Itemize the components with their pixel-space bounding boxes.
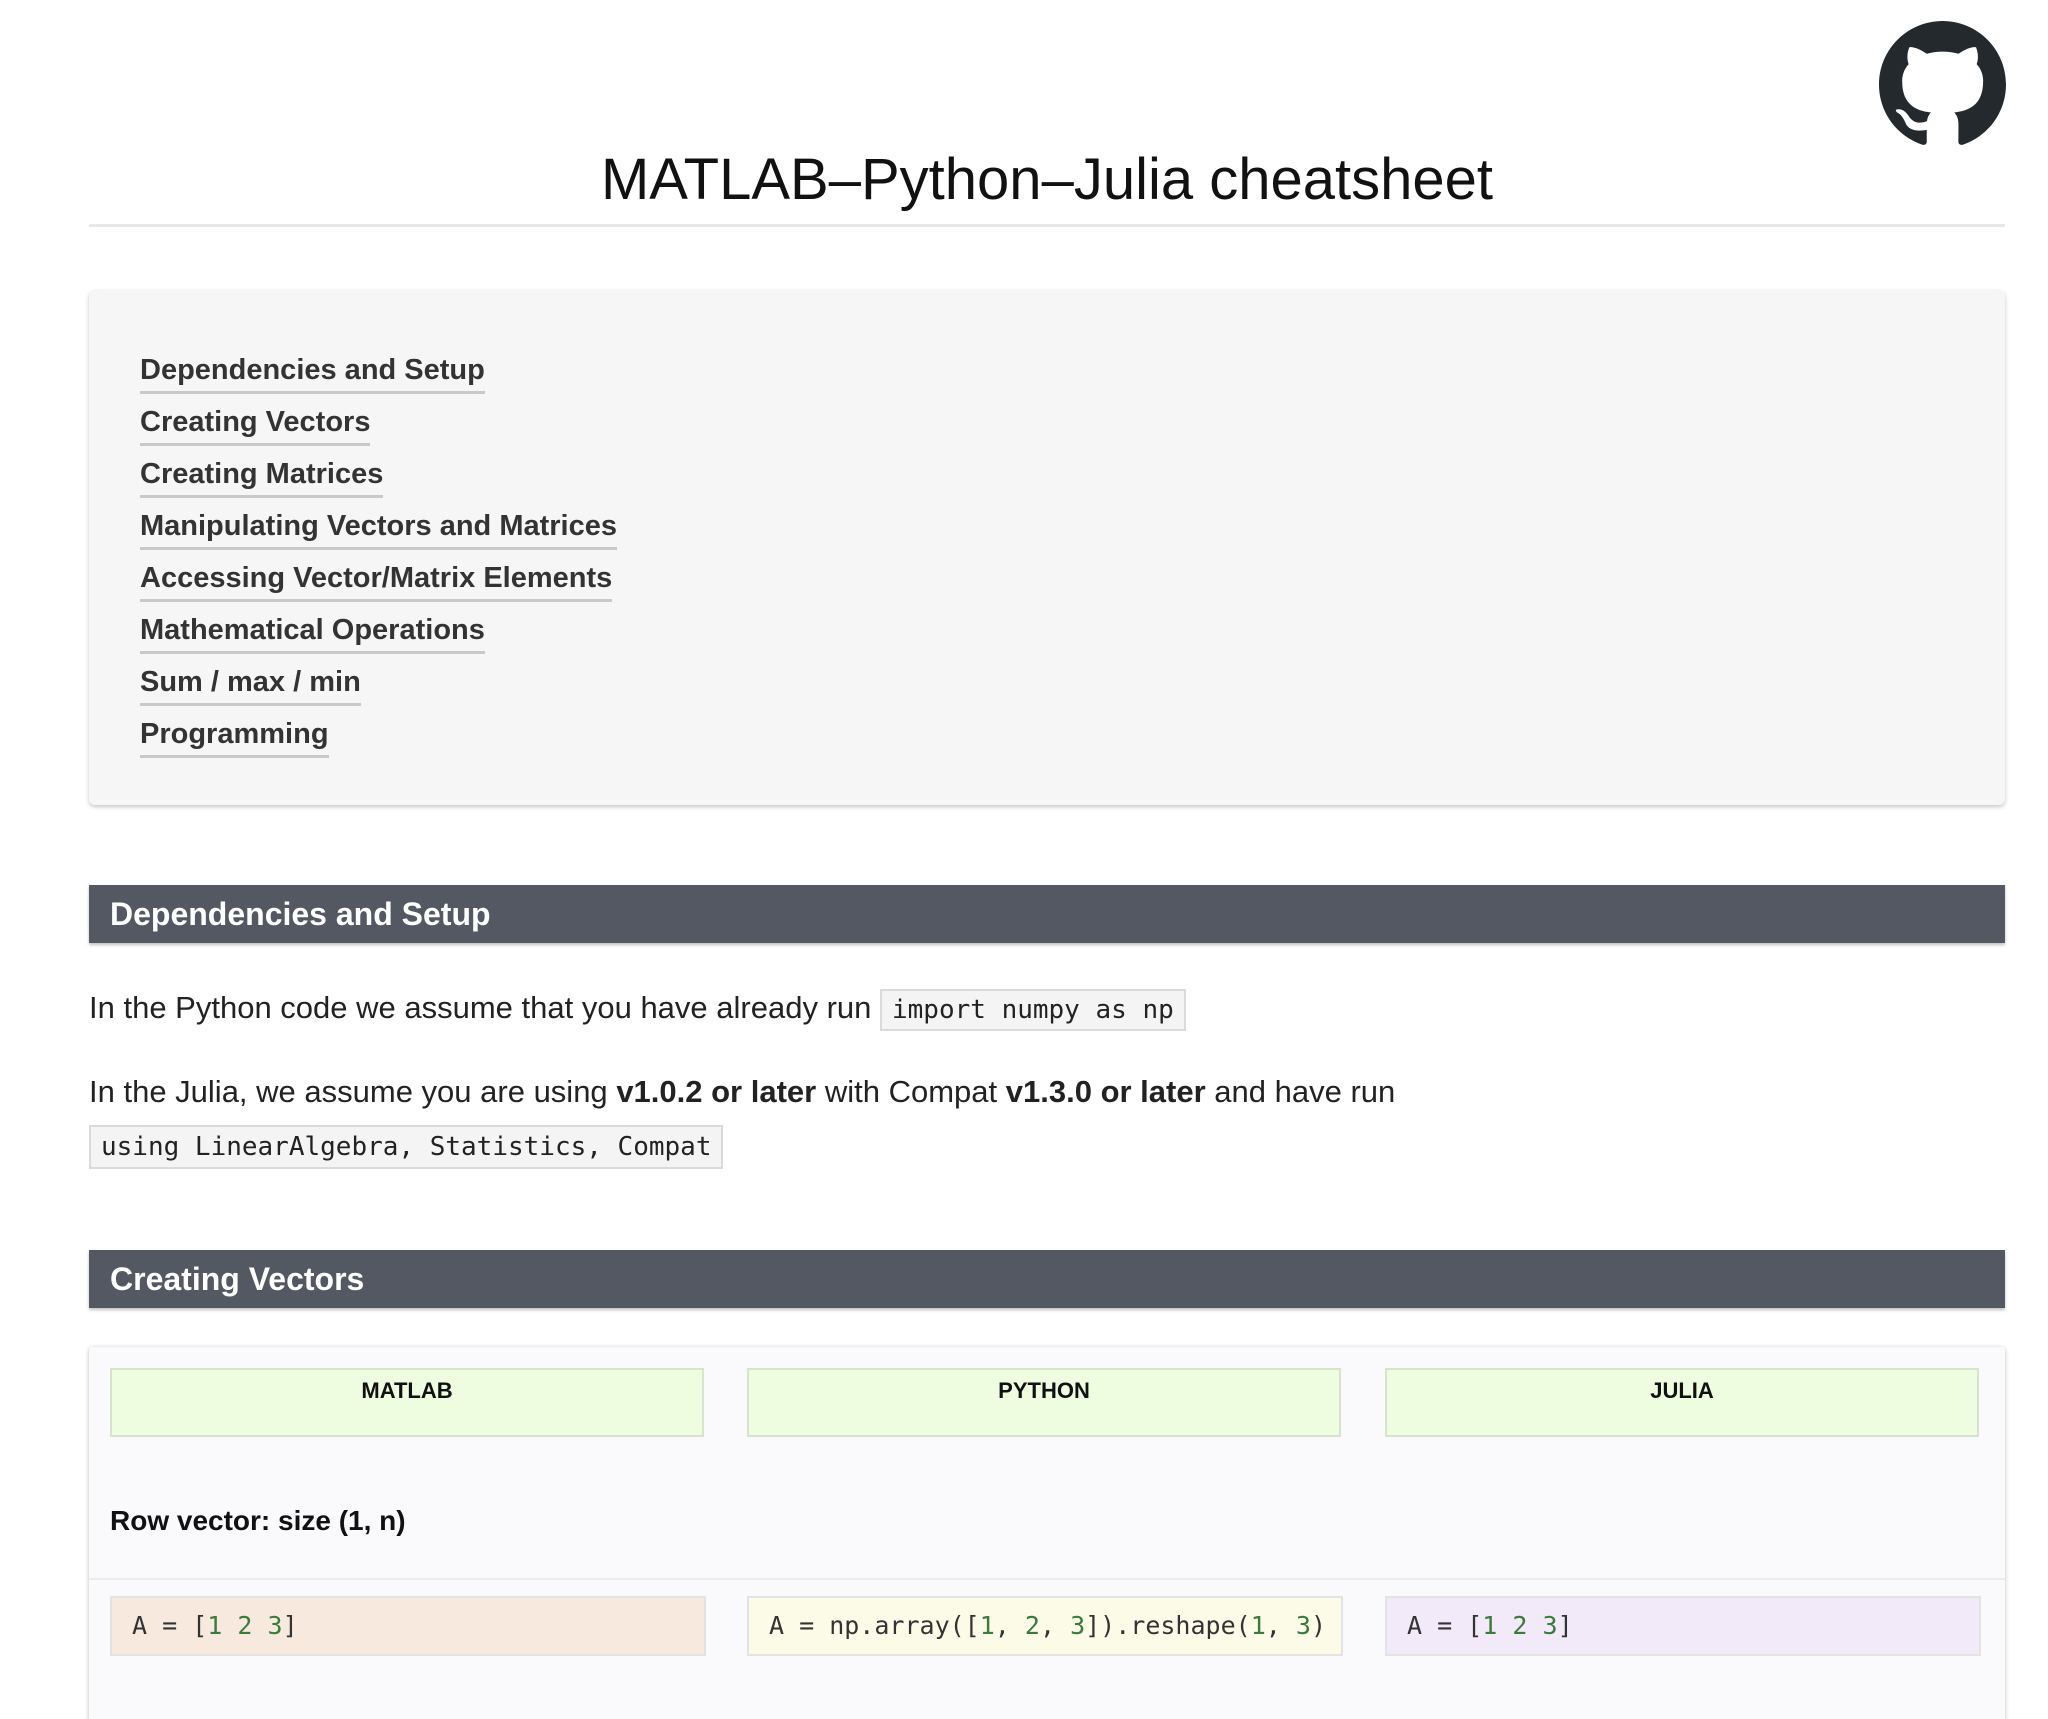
python-code-row-vector: A = np.array([1, 2, 3]).reshape(1, 3) xyxy=(747,1596,1343,1656)
toc-item: Creating Matrices xyxy=(140,454,2005,506)
row-divider xyxy=(89,1578,2005,1580)
toc-item: Sum / max / min xyxy=(140,662,2005,714)
julia-code-row-vector: A = [1 2 3] xyxy=(1385,1596,1981,1656)
toc-item: Creating Vectors xyxy=(140,402,2005,454)
section-header-dependencies: Dependencies and Setup xyxy=(89,885,2005,943)
toc-link-creating-matrices[interactable]: Creating Matrices xyxy=(140,454,384,498)
julia-using-code: using LinearAlgebra, Statistics, Compat xyxy=(89,1125,724,1169)
toc-item: Dependencies and Setup xyxy=(140,350,2005,402)
julia-setup-label-1: In the Julia, we assume you are using xyxy=(89,1074,608,1109)
vectors-comparison-table: MATLAB PYTHON JULIA Row vector: size (1,… xyxy=(89,1347,2005,1719)
julia-setup-label-3: and have run xyxy=(1214,1074,1396,1109)
python-setup-text: In the Python code we assume that you ha… xyxy=(89,986,1186,1032)
toc-link-creating-vectors[interactable]: Creating Vectors xyxy=(140,402,371,446)
julia-setup-text: In the Julia, we assume you are using v1… xyxy=(89,1070,1395,1114)
python-setup-label: In the Python code we assume that you ha… xyxy=(89,990,872,1025)
toc-link-sum-max-min[interactable]: Sum / max / min xyxy=(140,662,361,706)
toc-link-dependencies[interactable]: Dependencies and Setup xyxy=(140,350,485,394)
toc-link-accessing[interactable]: Accessing Vector/Matrix Elements xyxy=(140,558,613,602)
section-header-creating-vectors: Creating Vectors xyxy=(89,1250,2005,1308)
toc-item: Accessing Vector/Matrix Elements xyxy=(140,558,2005,610)
github-icon[interactable] xyxy=(1879,21,2006,148)
toc-item: Mathematical Operations xyxy=(140,610,2005,662)
julia-version-requirement: v1.0.2 or later xyxy=(616,1074,817,1109)
page: MATLAB–Python–Julia cheatsheet Dependenc… xyxy=(0,0,2048,1719)
matlab-code-row-vector: A = [1 2 3] xyxy=(110,1596,706,1656)
column-header-julia: JULIA xyxy=(1385,1368,1979,1437)
toc-link-manipulating[interactable]: Manipulating Vectors and Matrices xyxy=(140,506,617,550)
toc-item: Manipulating Vectors and Matrices xyxy=(140,506,2005,558)
table-of-contents: Dependencies and Setup Creating Vectors … xyxy=(89,290,2005,805)
python-import-code: import numpy as np xyxy=(880,989,1186,1031)
row-title-row-vector: Row vector: size (1, n) xyxy=(110,1505,406,1536)
toc-link-programming[interactable]: Programming xyxy=(140,714,329,758)
toc-link-math-operations[interactable]: Mathematical Operations xyxy=(140,610,485,654)
compat-version-requirement: v1.3.0 or later xyxy=(1005,1074,1206,1109)
julia-setup-label-2: with Compat xyxy=(824,1074,998,1109)
toc-item: Programming xyxy=(140,714,2005,766)
title-divider xyxy=(89,224,2005,227)
column-header-matlab: MATLAB xyxy=(110,1368,704,1437)
page-title: MATLAB–Python–Julia cheatsheet xyxy=(600,147,1493,212)
column-header-python: PYTHON xyxy=(747,1368,1341,1437)
